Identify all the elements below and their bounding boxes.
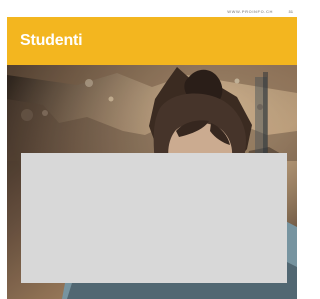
content-box <box>21 153 287 283</box>
section-title: Studenti <box>20 32 83 49</box>
brochure-page: WWW.PROINFO.CH 31 Studenti <box>0 0 297 299</box>
website-url: WWW.PROINFO.CH <box>227 9 273 14</box>
section-header: Studenti <box>7 17 297 65</box>
top-strip: WWW.PROINFO.CH 31 <box>0 0 297 18</box>
page-number: 31 <box>288 9 293 14</box>
